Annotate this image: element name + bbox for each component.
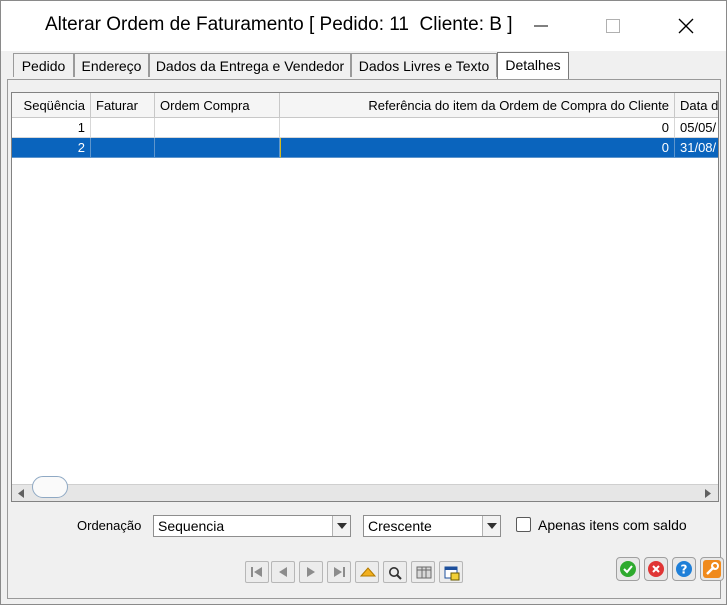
horizontal-scrollbar[interactable] [12, 476, 718, 501]
sort-direction-value: Crescente [368, 518, 432, 534]
scroll-right-icon[interactable] [700, 488, 714, 499]
close-button[interactable] [659, 1, 713, 51]
last-record-icon [334, 567, 345, 577]
cell-sequencia[interactable]: 1 [12, 118, 91, 138]
confirm-icon [620, 561, 636, 577]
grid-view-button[interactable] [411, 561, 435, 583]
next-record-icon [307, 567, 315, 577]
column-header-data[interactable]: Data d [675, 93, 718, 118]
dropdown-button[interactable] [332, 516, 350, 536]
cancel-button[interactable] [644, 557, 668, 581]
up-arrow-icon [360, 567, 376, 577]
next-record-button[interactable] [299, 561, 323, 583]
window-title: Alterar Ordem de Faturamento [ Pedido: 1… [45, 14, 513, 35]
tab-detalhes[interactable]: Detalhes [497, 52, 569, 79]
ordenacao-label: Ordenação [77, 518, 142, 533]
minimize-icon [534, 25, 548, 27]
close-icon [678, 18, 694, 34]
last-record-button[interactable] [327, 561, 351, 583]
minimize-button[interactable] [514, 1, 568, 51]
calculator-button[interactable] [439, 561, 463, 583]
search-icon [389, 567, 402, 580]
dropdown-button[interactable] [482, 516, 500, 536]
cell-ordem-compra[interactable] [155, 118, 280, 138]
previous-record-button[interactable] [271, 561, 295, 583]
cell-faturar[interactable] [91, 118, 155, 138]
sort-direction-select[interactable]: Crescente [363, 515, 501, 537]
tab-pedido[interactable]: Pedido [13, 53, 74, 77]
search-button[interactable] [383, 561, 407, 583]
cell-ordem-compra[interactable] [155, 138, 280, 158]
tab-endereco[interactable]: Endereço [74, 53, 149, 77]
apenas-saldo-checkbox[interactable] [516, 517, 531, 532]
tab-dados-entrega-vendedor[interactable]: Dados da Entrega e Vendedor [149, 53, 351, 77]
grid-icon [416, 566, 432, 579]
cell-referencia[interactable]: 0 [280, 138, 675, 158]
maximize-icon [606, 19, 620, 33]
cell-sequencia[interactable]: 2 [12, 138, 91, 158]
table-row[interactable]: 1 0 05/05/ [12, 118, 718, 138]
first-record-icon [251, 567, 262, 577]
dialog-window: Alterar Ordem de Faturamento [ Pedido: 1… [0, 0, 727, 605]
table-row-selected[interactable]: 2 0 31/08/ [12, 138, 718, 158]
tab-dados-livres-texto[interactable]: Dados Livres e Texto [351, 53, 497, 77]
help-icon: ? [676, 561, 692, 577]
help-button[interactable]: ? [672, 557, 696, 581]
cell-referencia[interactable]: 0 [280, 118, 675, 138]
svg-text:?: ? [681, 563, 688, 577]
column-header-sequencia[interactable]: Seqüência [12, 93, 91, 118]
tools-icon [703, 560, 721, 578]
sort-field-select[interactable]: Sequencia [153, 515, 351, 537]
chevron-down-icon [337, 523, 347, 529]
items-grid[interactable]: Seqüência Faturar Ordem Compra Referênci… [11, 92, 719, 502]
first-record-button[interactable] [245, 561, 269, 583]
scrollbar-thumb[interactable] [32, 476, 68, 498]
tools-button[interactable] [700, 557, 724, 581]
scroll-left-icon[interactable] [15, 488, 29, 499]
sort-field-value: Sequencia [158, 518, 225, 534]
grid-header: Seqüência Faturar Ordem Compra Referênci… [12, 93, 718, 118]
previous-record-icon [279, 567, 287, 577]
cell-faturar[interactable] [91, 138, 155, 158]
confirm-button[interactable] [616, 557, 640, 581]
apenas-saldo-label[interactable]: Apenas itens com saldo [538, 517, 687, 533]
cell-data[interactable]: 05/05/ [675, 118, 718, 138]
maximize-button[interactable] [586, 1, 640, 51]
cancel-icon [648, 561, 664, 577]
title-bar: Alterar Ordem de Faturamento [ Pedido: 1… [1, 1, 726, 51]
chevron-down-icon [487, 523, 497, 529]
calculator-icon [444, 566, 460, 581]
cell-data[interactable]: 31/08/ [675, 138, 718, 158]
column-header-ordem-compra[interactable]: Ordem Compra [155, 93, 280, 118]
column-header-faturar[interactable]: Faturar [91, 93, 155, 118]
up-button[interactable] [355, 561, 379, 583]
column-header-referencia[interactable]: Referência do item da Ordem de Compra do… [280, 93, 675, 118]
